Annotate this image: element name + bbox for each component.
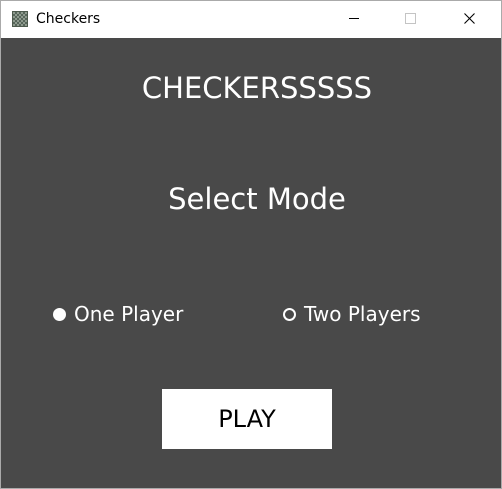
radio-label-one-player[interactable]: One Player <box>74 300 183 328</box>
radio-unselected-indicator[interactable] <box>283 307 296 321</box>
title-bar[interactable]: Checkers <box>1 1 501 37</box>
maximize-icon <box>405 13 416 24</box>
window-title: Checkers <box>36 11 101 27</box>
radio-selected-indicator[interactable] <box>53 307 66 321</box>
close-icon <box>464 13 475 24</box>
minimize-icon <box>349 18 359 19</box>
minimize-button[interactable] <box>331 1 377 37</box>
radio-two-players[interactable]: Two Players <box>283 300 421 328</box>
game-menu: CHECKERSSSSS Select Mode One Player Two … <box>1 38 501 488</box>
maximize-button[interactable] <box>387 1 433 37</box>
game-title: CHECKERSSSSS <box>141 71 373 105</box>
radio-one-player[interactable]: One Player <box>53 300 183 328</box>
play-button[interactable]: PLAY <box>162 389 332 449</box>
checkerboard-icon <box>12 11 28 27</box>
app-window: Checkers CHECKERSSSSS Select Mode One Pl… <box>0 0 502 489</box>
close-button[interactable] <box>447 1 493 37</box>
mode-heading: Select Mode <box>168 182 346 216</box>
radio-label-two-players[interactable]: Two Players <box>304 300 421 328</box>
